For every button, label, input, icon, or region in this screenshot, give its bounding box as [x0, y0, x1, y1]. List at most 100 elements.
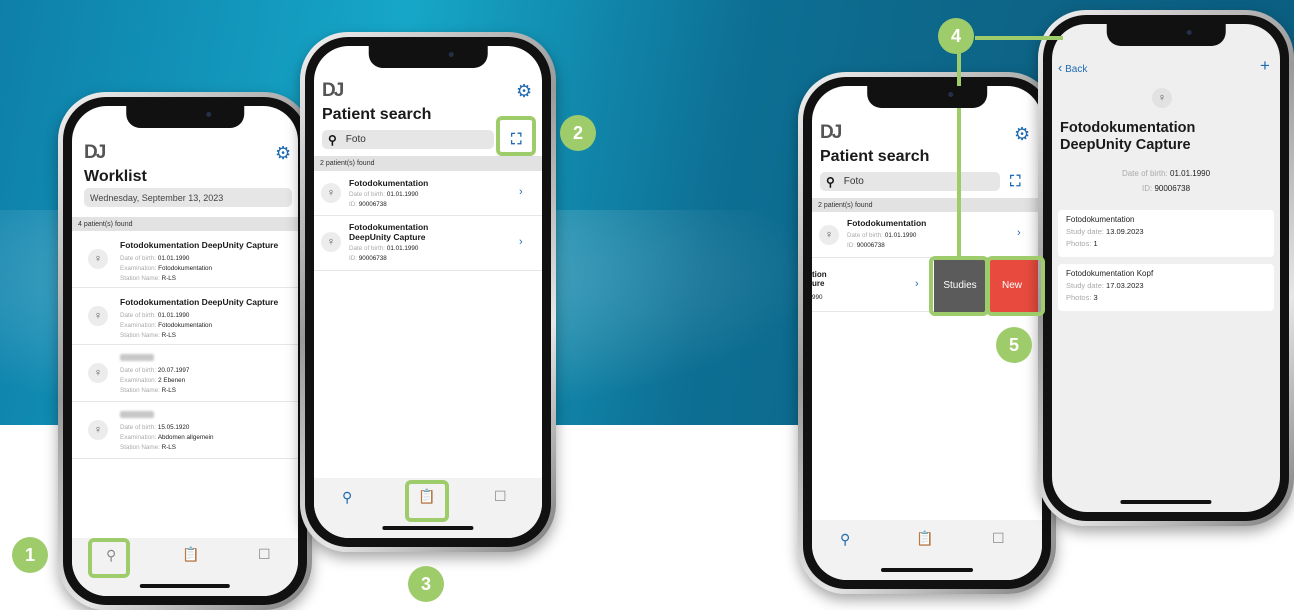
- phone-notch: [867, 86, 987, 108]
- patient-name: Fotodokumentation DeepUnity Capture: [349, 222, 429, 242]
- patient-exam: Examination: Fotodokumentation: [120, 322, 213, 329]
- study-card[interactable]: Fotodokumentation Kopf Study date: 17.03…: [1058, 264, 1274, 311]
- gear-icon[interactable]: ⚙: [275, 144, 291, 162]
- patient-name: Fotodokumentation DeepUnity Capture: [1060, 120, 1196, 154]
- bookmark-icon[interactable]: ☐: [258, 547, 271, 561]
- step-badge-1: 1: [12, 537, 48, 573]
- scan-icon[interactable]: ⛶: [1010, 174, 1021, 189]
- female-icon: ♀: [1152, 88, 1172, 108]
- list-item[interactable]: ♀ Fotodokumentation DeepUnity Capture Da…: [72, 288, 298, 345]
- patient-id: ID: 90006738: [1141, 184, 1191, 193]
- search-query: Foto: [843, 176, 864, 187]
- stage: DJ ⚙ Worklist Wednesday, September 13, 2…: [0, 0, 1294, 610]
- study-date: Study date: 13.09.2023: [1066, 227, 1144, 236]
- highlight-studies-button: [929, 256, 989, 316]
- connector-vertical: [957, 40, 961, 258]
- date-field[interactable]: Wednesday, September 13, 2023: [84, 188, 292, 207]
- bookmark-icon[interactable]: ☐: [992, 531, 1005, 545]
- study-photos: Photos: 1: [1066, 239, 1098, 248]
- search-icon: ⚲: [826, 174, 835, 189]
- list-item[interactable]: ♀ Fotodokumentation DeepUnity Capture Da…: [72, 231, 298, 288]
- chevron-right-icon: ›: [1017, 227, 1021, 239]
- page-title: Patient search: [820, 148, 930, 165]
- search-icon[interactable]: ⚲: [840, 532, 850, 546]
- step-badge-4: 4: [938, 18, 974, 54]
- clipboard-icon[interactable]: 📋: [182, 547, 199, 561]
- phone-notch: [126, 106, 244, 128]
- back-button[interactable]: ‹ Back: [1058, 60, 1087, 75]
- patient-dob: Date of birth: 15.05.1920: [120, 424, 190, 431]
- study-name: Fotodokumentation Kopf: [1066, 269, 1154, 278]
- home-indicator: [1120, 500, 1212, 504]
- female-icon: ♀: [321, 183, 341, 203]
- chevron-right-icon: ›: [519, 186, 523, 198]
- list-item[interactable]: ♀ Fotodokumentation Date of birth: 01.01…: [314, 171, 542, 216]
- date-value: Wednesday, September 13, 2023: [90, 192, 224, 203]
- female-icon: ♀: [819, 225, 839, 245]
- search-icon[interactable]: ⚲: [342, 490, 352, 504]
- bookmark-icon[interactable]: ☐: [494, 489, 507, 503]
- clipboard-icon[interactable]: 📋: [916, 531, 933, 545]
- search-icon: ⚲: [328, 132, 337, 147]
- patient-exam: Examination: Abdomen allgemein: [120, 434, 214, 441]
- chevron-right-icon: ›: [915, 278, 919, 290]
- female-icon: ♀: [321, 232, 341, 252]
- patient-name: Fotodokumentation DeepUnity Capture: [120, 240, 279, 250]
- patient-name-redacted: [120, 354, 154, 364]
- patient-id: ID: 90006738: [349, 255, 387, 262]
- home-indicator: [139, 584, 231, 588]
- patient-id: ID: 90006738: [349, 201, 387, 208]
- phone-notch: [1106, 24, 1226, 46]
- app-logo: DJ: [84, 142, 106, 163]
- search-input[interactable]: ⚲ Foto: [820, 172, 1000, 191]
- highlight-search-tab: [88, 538, 130, 578]
- page-title: Patient search: [322, 106, 432, 123]
- patient-station: Station Name: R-LS: [120, 332, 177, 339]
- phone-worklist: DJ ⚙ Worklist Wednesday, September 13, 2…: [58, 92, 312, 610]
- patient-dob: Date of birth: 01.01.1990: [349, 245, 419, 252]
- app-logo: DJ: [820, 122, 842, 143]
- list-item[interactable]: ♀ Fotodokumentation DeepUnity Capture Da…: [314, 216, 542, 271]
- list-item[interactable]: ♀ Fotodokumentation Date of birth: 01.01…: [812, 212, 1042, 258]
- plus-icon[interactable]: +: [1260, 56, 1270, 76]
- app-logo: DJ: [322, 80, 344, 101]
- patient-dob: Date of birth: 01.01.1990: [120, 255, 190, 262]
- back-label: Back: [1065, 64, 1088, 75]
- worklist-screen: DJ ⚙ Worklist Wednesday, September 13, 2…: [72, 106, 298, 596]
- search-input[interactable]: ⚲ Foto: [322, 130, 494, 149]
- highlight-new-button: [986, 256, 1045, 316]
- step-badge-2: 2: [560, 115, 596, 151]
- highlight-clipboard-tab: [405, 480, 449, 522]
- study-date: Study date: 17.03.2023: [1066, 281, 1144, 290]
- patient-station: Station Name: R-LS: [120, 444, 177, 451]
- female-icon: ♀: [88, 420, 108, 440]
- study-name: Fotodokumentation: [1066, 215, 1135, 224]
- patient-name: Fotodokumentation: [847, 218, 927, 228]
- search-query: Foto: [345, 134, 366, 145]
- list-item[interactable]: ♀ Date of birth: 15.05.1920 Examination:…: [72, 402, 298, 459]
- gear-icon[interactable]: ⚙: [1014, 125, 1030, 143]
- connector-horizontal: [975, 36, 1063, 40]
- list-item[interactable]: ♀ Date of birth: 20.07.1997 Examination:…: [72, 345, 298, 402]
- patient-station: Station Name: R-LS: [120, 275, 177, 282]
- gear-icon[interactable]: ⚙: [516, 82, 532, 100]
- phone-patient-search: DJ ⚙ Patient search ⚲ Foto ⛶ 2 patient(s…: [300, 32, 556, 552]
- home-indicator: [382, 526, 474, 530]
- chevron-left-icon: ‹: [1058, 60, 1063, 75]
- patient-station: Station Name: R-LS: [120, 387, 177, 394]
- highlight-scan-button: [496, 116, 536, 156]
- step-badge-5: 5: [996, 327, 1032, 363]
- study-card[interactable]: Fotodokumentation Study date: 13.09.2023…: [1058, 210, 1274, 257]
- patient-exam: Examination: 2 Ebenen: [120, 377, 186, 384]
- patient-dob: Date of birth: 01.01.1990: [847, 232, 917, 239]
- patient-dob: Date of birth: 20.07.1997: [120, 367, 190, 374]
- patient-name: Fotodokumentation DeepUnity Capture: [120, 297, 279, 307]
- patient-id: ID: 90006738: [847, 242, 885, 249]
- phone-patient-detail: ‹ Back + ♀ Fotodokumentation DeepUnity C…: [1038, 10, 1294, 526]
- chevron-right-icon: ›: [519, 236, 523, 248]
- patient-dob: Date of birth: 01.01.1990: [1121, 169, 1211, 178]
- patient-dob: Date of birth: 01.01.1990: [349, 191, 419, 198]
- patient-name-redacted: [120, 411, 154, 421]
- patient-exam: Examination: Fotodokumentation: [120, 265, 213, 272]
- study-photos: Photos: 3: [1066, 293, 1098, 302]
